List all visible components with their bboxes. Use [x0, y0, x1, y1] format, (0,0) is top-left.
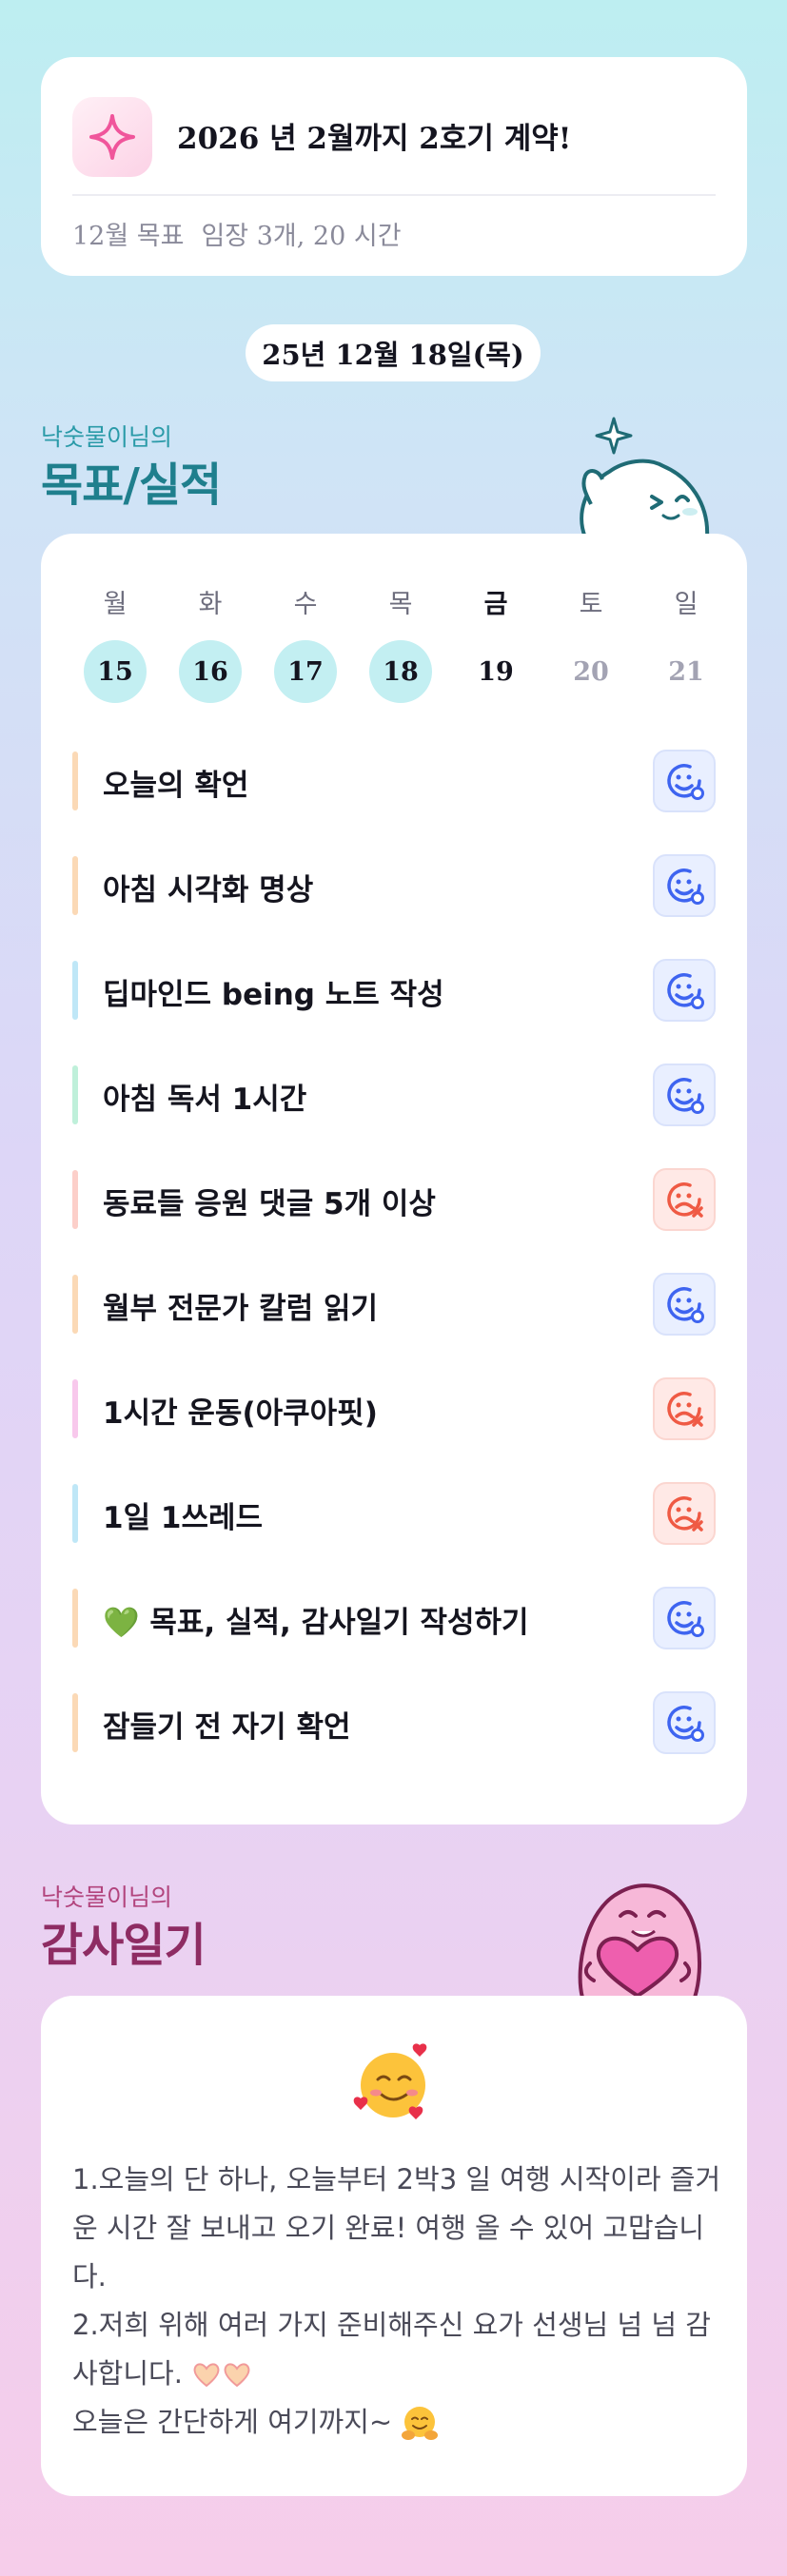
checklist-item[interactable]: 월부 전문가 칼럼 읽기 [72, 1271, 716, 1337]
monthly-goal-label: 12월 목표 [72, 222, 185, 251]
mascot-heart-icon [578, 1883, 701, 1998]
gratitude-line-3-text: 오늘은 간단하게 여기까지~ [72, 2406, 393, 2438]
day-label: 토 [579, 590, 603, 619]
checklist-item[interactable]: 잠들기 전 자기 확언 [72, 1689, 716, 1756]
monthly-goal: 12월 목표 임장 3개, 20 시간 [72, 215, 402, 252]
gratitude-line-2: 2.저희 위해 여러 가지 준비해주신 요가 선생님 넘 넘 감사합니다. [72, 2301, 729, 2398]
day-label: 수 [293, 590, 318, 619]
thanks-section-title: 감사일기 [41, 1919, 207, 1972]
item-color-bar [72, 1589, 78, 1648]
checklist-item-label: 오늘의 확언 [103, 769, 249, 803]
item-color-bar [72, 751, 78, 810]
day-number: 15 [84, 640, 147, 703]
hugging-face-icon [402, 2407, 439, 2440]
checklist-item-label: 1일 1쓰레드 [103, 1501, 264, 1535]
day-number: 19 [478, 656, 514, 687]
day-number: 17 [274, 640, 337, 703]
checklist-item-label: 1시간 운동(아쿠아핏) [103, 1396, 378, 1431]
gratitude-line-1: 1.오늘의 단 하나, 오늘부터 2박3 일 여행 시작이라 즐거운 시간 잘 … [72, 2163, 721, 2293]
day-label: 일 [674, 590, 698, 619]
item-color-bar [72, 961, 78, 1020]
item-color-bar [72, 1484, 78, 1543]
sad-face-icon[interactable] [653, 1168, 716, 1231]
divider [72, 194, 716, 196]
day-label: 월 [103, 590, 128, 619]
checklist-item[interactable]: 오늘의 확언 [72, 748, 716, 814]
smile-face-icon[interactable] [653, 750, 716, 812]
day-number: 18 [369, 640, 432, 703]
checklist-item-label: 동료들 응원 댓글 5개 이상 [103, 1187, 436, 1221]
gratitude-text: 1.오늘의 단 하나, 오늘부터 2박3 일 여행 시작이라 즐거운 시간 잘 … [72, 2156, 729, 2447]
heart-hands-icon [193, 2363, 250, 2388]
checklist-item[interactable]: 1일 1쓰레드 [72, 1480, 716, 1547]
item-color-bar [72, 856, 78, 915]
smile-face-icon[interactable] [653, 1273, 716, 1336]
checklist-item[interactable]: 딥마인드 being 노트 작성 [72, 957, 716, 1024]
day-number: 20 [573, 656, 609, 687]
day-label: 화 [198, 590, 223, 619]
sad-face-icon[interactable] [653, 1377, 716, 1440]
checklist-item-label: 딥마인드 being 노트 작성 [103, 978, 444, 1012]
smile-face-icon[interactable] [653, 1064, 716, 1126]
goal-title: 2026 년 2월까지 2호기 계약! [177, 122, 572, 156]
day-label: 금 [483, 590, 508, 619]
smile-face-icon[interactable] [653, 1587, 716, 1649]
smile-face-icon[interactable] [653, 959, 716, 1022]
day-number: 16 [179, 640, 242, 703]
item-color-bar [72, 1275, 78, 1334]
smiling-face-with-hearts-icon [353, 2043, 427, 2119]
goals-section-title: 목표/실적 [41, 459, 222, 512]
sad-face-icon[interactable] [653, 1482, 716, 1545]
item-color-bar [72, 1693, 78, 1752]
checklist-item[interactable]: 동료들 응원 댓글 5개 이상 [72, 1166, 716, 1233]
checklist-item[interactable]: 아침 독서 1시간 [72, 1062, 716, 1128]
day-label: 목 [388, 590, 413, 619]
checklist-item-label: 아침 독서 1시간 [103, 1083, 307, 1117]
checklist-item-label: 월부 전문가 칼럼 읽기 [103, 1292, 379, 1326]
checklist-item[interactable]: 아침 시각화 명상 [72, 852, 716, 919]
checklist-card: 월 15 화 16 수 17 목 18 금 19 토 20 일 21 오늘의 확… [41, 534, 747, 1825]
gratitude-line-3: 오늘은 간단하게 여기까지~ [72, 2398, 729, 2447]
item-color-bar [72, 1170, 78, 1229]
smile-face-icon[interactable] [653, 854, 716, 917]
smile-face-icon[interactable] [653, 1691, 716, 1754]
checklist-item-label: 💚 목표, 실적, 감사일기 작성하기 [103, 1606, 529, 1640]
sparkle-icon [72, 97, 152, 177]
goal-card: 2026 년 2월까지 2호기 계약! 12월 목표 임장 3개, 20 시간 [41, 57, 747, 276]
checklist-item-label: 아침 시각화 명상 [103, 873, 314, 907]
item-color-bar [72, 1379, 78, 1438]
monthly-goal-value: 임장 3개, 20 시간 [201, 222, 402, 251]
gratitude-card: 1.오늘의 단 하나, 오늘부터 2박3 일 여행 시작이라 즐거운 시간 잘 … [41, 1996, 747, 2496]
checklist-item-label: 잠들기 전 자기 확언 [103, 1710, 351, 1745]
day-number: 21 [668, 656, 704, 687]
gratitude-line-2-text: 2.저희 위해 여러 가지 준비해주신 요가 선생님 넘 넘 감사합니다. [72, 2309, 711, 2390]
mascot-thinking-icon [580, 417, 710, 537]
date-pill[interactable]: 25년 12월 18일(목) [246, 324, 541, 381]
week-calendar: 월 15 화 16 수 17 목 18 금 19 토 20 일 21 [41, 583, 747, 716]
checklist-item[interactable]: 1시간 운동(아쿠아핏) [72, 1376, 716, 1442]
item-color-bar [72, 1065, 78, 1124]
checklist-item[interactable]: 💚 목표, 실적, 감사일기 작성하기 [72, 1585, 716, 1651]
